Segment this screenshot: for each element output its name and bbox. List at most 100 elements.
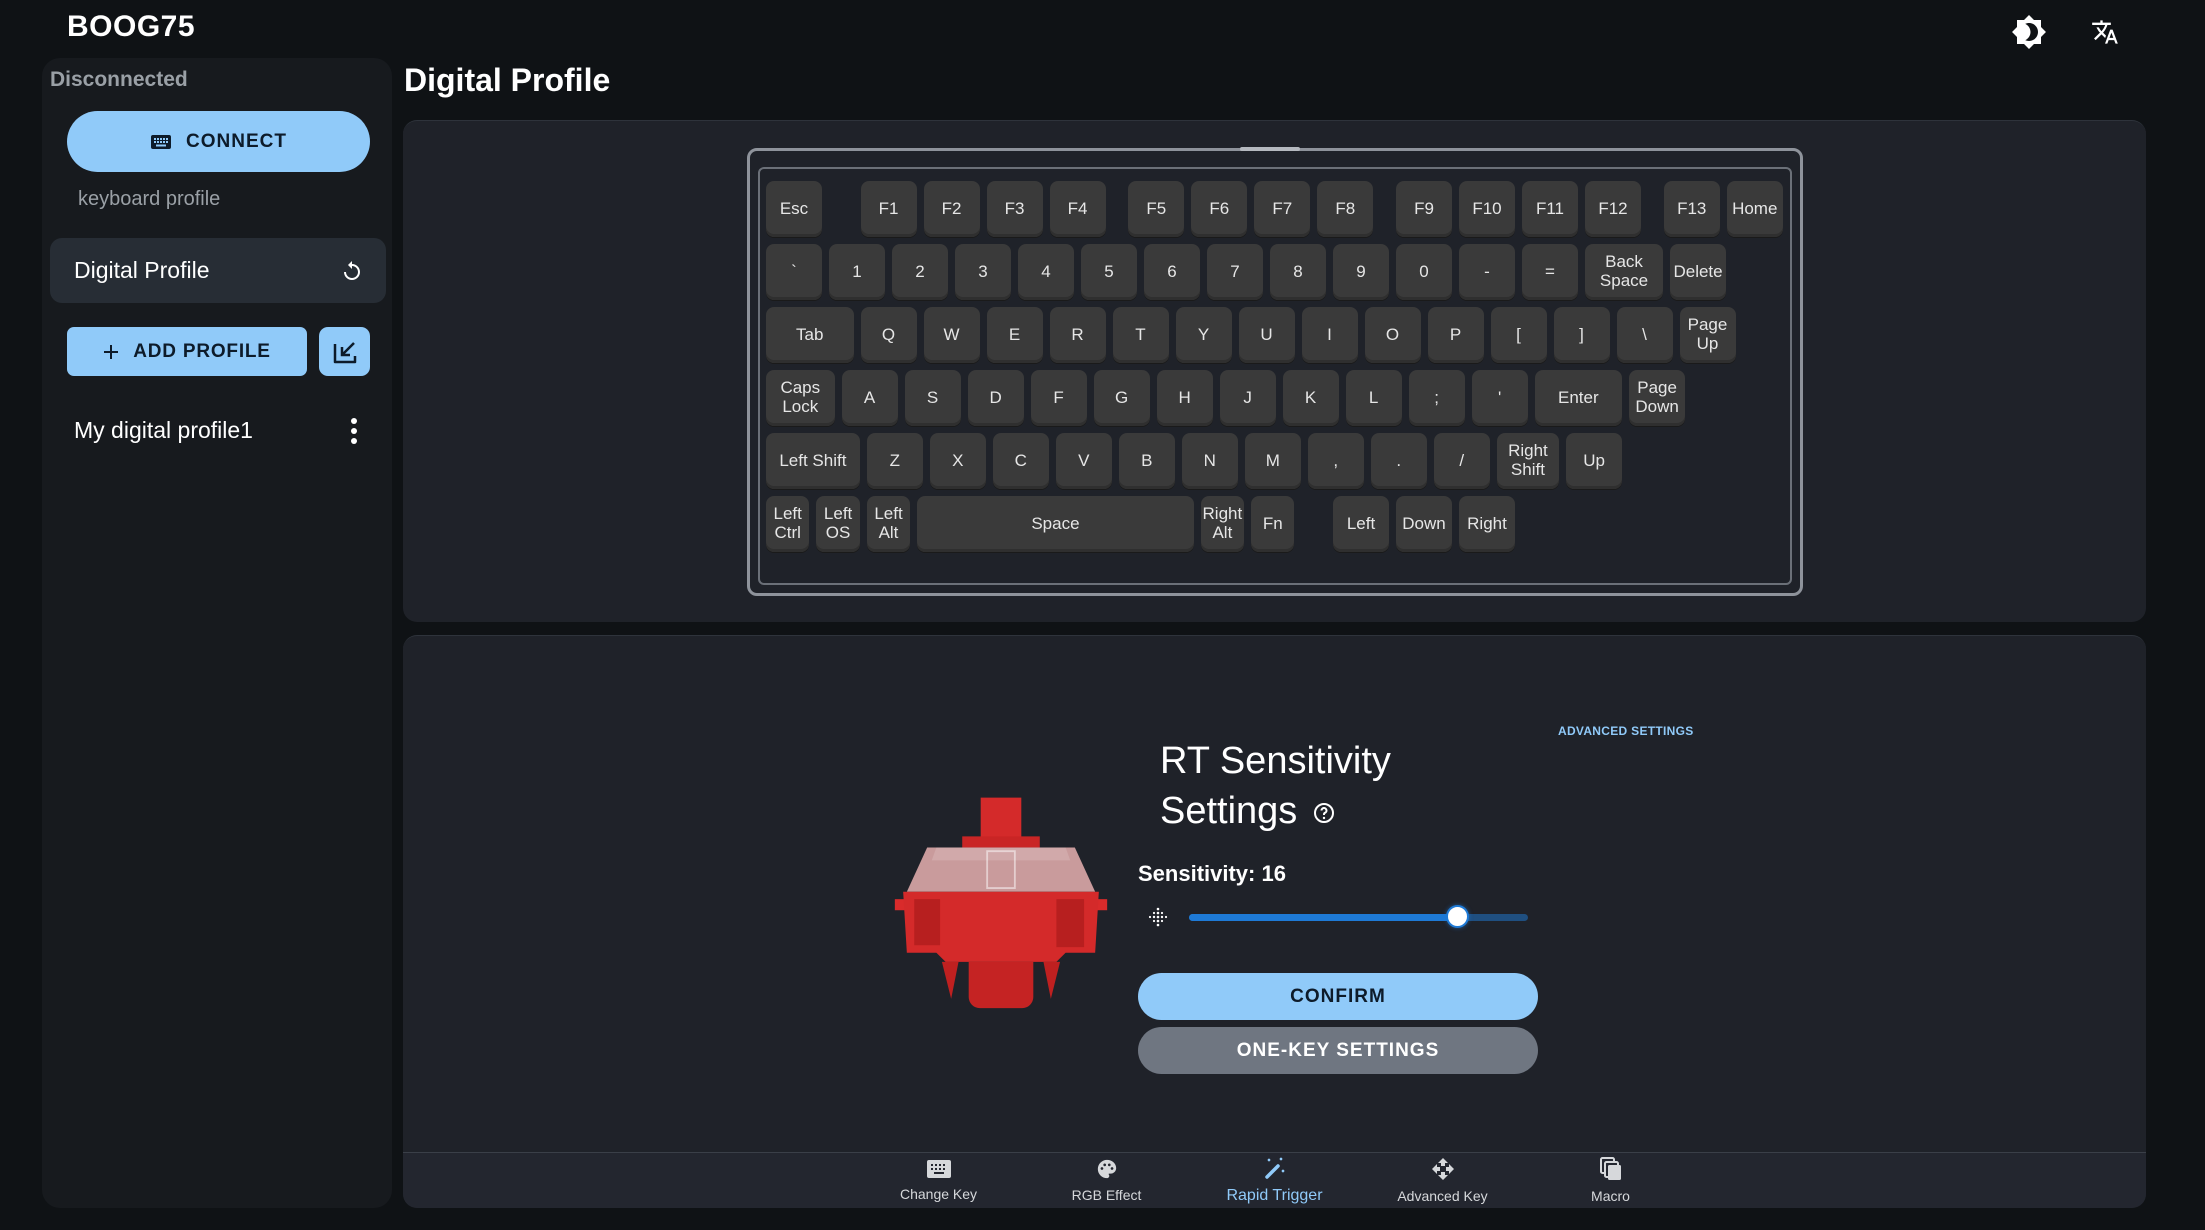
one-key-settings-button[interactable]: ONE-KEY SETTINGS: [1138, 1027, 1538, 1074]
key-delete[interactable]: Delete: [1670, 244, 1727, 300]
key-f5[interactable]: F5: [1128, 181, 1185, 237]
help-icon[interactable]: [1312, 801, 1336, 825]
key-y[interactable]: Y: [1175, 307, 1232, 363]
key-5[interactable]: 5: [1081, 244, 1137, 300]
key-caps-lock[interactable]: Caps Lock: [766, 370, 835, 426]
key-6[interactable]: 6: [1144, 244, 1200, 300]
key-w[interactable]: W: [923, 307, 980, 363]
profile-list-item[interactable]: My digital profile1: [50, 403, 386, 458]
slider-thumb[interactable]: [1445, 905, 1469, 928]
key-f1[interactable]: F1: [860, 181, 917, 237]
key-0[interactable]: 0: [1396, 244, 1452, 300]
key-space[interactable]: Space: [917, 496, 1194, 552]
confirm-button[interactable]: CONFIRM: [1138, 973, 1538, 1020]
nav-item-change-key[interactable]: Change Key: [855, 1153, 1023, 1208]
key-2[interactable]: 2: [892, 244, 948, 300]
key-f13[interactable]: F13: [1663, 181, 1720, 237]
key-c[interactable]: C: [992, 433, 1049, 489]
key-m[interactable]: M: [1244, 433, 1301, 489]
key-[interactable]: ]: [1553, 307, 1610, 363]
key-[interactable]: -: [1459, 244, 1515, 300]
key-p[interactable]: P: [1427, 307, 1484, 363]
key-1[interactable]: 1: [829, 244, 885, 300]
key-x[interactable]: X: [929, 433, 986, 489]
key-j[interactable]: J: [1219, 370, 1276, 426]
key-[interactable]: [: [1490, 307, 1547, 363]
key-k[interactable]: K: [1282, 370, 1339, 426]
key-back-space[interactable]: Back Space: [1585, 244, 1664, 300]
key-o[interactable]: O: [1364, 307, 1421, 363]
key-f[interactable]: F: [1030, 370, 1087, 426]
key-f2[interactable]: F2: [923, 181, 980, 237]
profile-item-digital[interactable]: Digital Profile: [50, 238, 386, 303]
key-page-up[interactable]: Page Up: [1679, 307, 1736, 363]
key-page-down[interactable]: Page Down: [1629, 370, 1686, 426]
key-enter[interactable]: Enter: [1534, 370, 1623, 426]
connect-button[interactable]: CONNECT: [67, 111, 370, 172]
key-9[interactable]: 9: [1333, 244, 1389, 300]
key-f7[interactable]: F7: [1254, 181, 1311, 237]
key-left-ctrl[interactable]: Left Ctrl: [766, 496, 810, 552]
sensitivity-slider[interactable]: [1189, 905, 1528, 928]
key-[interactable]: `: [766, 244, 822, 300]
key-f3[interactable]: F3: [986, 181, 1043, 237]
key-[interactable]: ,: [1307, 433, 1364, 489]
key-n[interactable]: N: [1181, 433, 1238, 489]
brightness-icon[interactable]: [2009, 12, 2049, 52]
key-[interactable]: \: [1616, 307, 1673, 363]
key-r[interactable]: R: [1049, 307, 1106, 363]
key-f8[interactable]: F8: [1317, 181, 1374, 237]
key-home[interactable]: Home: [1726, 181, 1783, 237]
key-h[interactable]: H: [1156, 370, 1213, 426]
key-8[interactable]: 8: [1270, 244, 1326, 300]
key-f12[interactable]: F12: [1585, 181, 1641, 237]
key-right[interactable]: Right: [1459, 496, 1515, 552]
import-profile-button[interactable]: [319, 327, 370, 376]
key-l[interactable]: L: [1345, 370, 1402, 426]
key-f4[interactable]: F4: [1049, 181, 1106, 237]
key-f9[interactable]: F9: [1396, 181, 1452, 237]
key-3[interactable]: 3: [955, 244, 1011, 300]
key-4[interactable]: 4: [1018, 244, 1074, 300]
key-f11[interactable]: F11: [1522, 181, 1578, 237]
key-[interactable]: =: [1522, 244, 1578, 300]
add-profile-button[interactable]: ADD PROFILE: [67, 327, 307, 376]
key-tab[interactable]: Tab: [766, 307, 854, 363]
key-v[interactable]: V: [1055, 433, 1112, 489]
key-fn[interactable]: Fn: [1251, 496, 1295, 552]
key-7[interactable]: 7: [1207, 244, 1263, 300]
key-[interactable]: ': [1471, 370, 1528, 426]
key-b[interactable]: B: [1118, 433, 1175, 489]
more-vert-icon[interactable]: [344, 413, 364, 449]
key-s[interactable]: S: [904, 370, 961, 426]
key-d[interactable]: D: [967, 370, 1024, 426]
advanced-settings-link[interactable]: ADVANCED SETTINGS: [1558, 724, 1694, 738]
key-t[interactable]: T: [1112, 307, 1169, 363]
key-left-os[interactable]: Left OS: [816, 496, 860, 552]
nav-item-rgb-effect[interactable]: RGB Effect: [1023, 1153, 1191, 1208]
key-e[interactable]: E: [986, 307, 1043, 363]
key-f10[interactable]: F10: [1459, 181, 1515, 237]
key-f6[interactable]: F6: [1191, 181, 1248, 237]
key-g[interactable]: G: [1093, 370, 1150, 426]
key-left-alt[interactable]: Left Alt: [866, 496, 911, 552]
key-left[interactable]: Left: [1333, 496, 1389, 552]
key-q[interactable]: Q: [860, 307, 917, 363]
key-a[interactable]: A: [841, 370, 898, 426]
key-z[interactable]: Z: [866, 433, 923, 489]
reset-icon[interactable]: [340, 259, 364, 283]
key-[interactable]: .: [1370, 433, 1427, 489]
key-up[interactable]: Up: [1566, 433, 1623, 489]
nav-item-macro[interactable]: Macro: [1527, 1153, 1695, 1208]
key-u[interactable]: U: [1238, 307, 1295, 363]
key-[interactable]: ;: [1408, 370, 1465, 426]
translate-icon[interactable]: [2085, 12, 2125, 52]
key-[interactable]: /: [1433, 433, 1490, 489]
key-left-shift[interactable]: Left Shift: [766, 433, 860, 489]
key-right-alt[interactable]: Right Alt: [1200, 496, 1245, 552]
key-esc[interactable]: Esc: [766, 181, 822, 237]
nav-item-rapid-trigger[interactable]: Rapid Trigger: [1191, 1153, 1359, 1208]
key-down[interactable]: Down: [1396, 496, 1452, 552]
nav-item-advanced-key[interactable]: Advanced Key: [1359, 1153, 1527, 1208]
key-i[interactable]: I: [1301, 307, 1358, 363]
